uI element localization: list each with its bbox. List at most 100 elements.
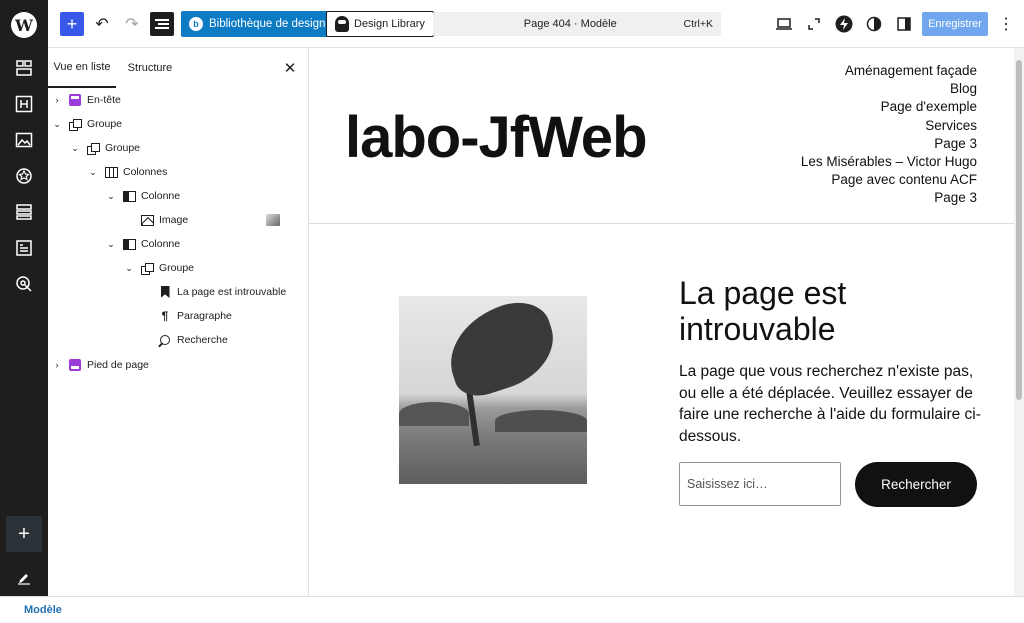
fullscreen-icon[interactable]	[802, 12, 826, 36]
image-icon	[140, 213, 154, 227]
nav-link[interactable]: Page 3	[801, 189, 977, 207]
settings-sidebar-icon[interactable]	[892, 12, 916, 36]
command-shortcut: Ctrl+K	[683, 18, 713, 30]
list-item[interactable]: ¶ Paragraphe	[48, 304, 309, 328]
header-divider	[309, 223, 1014, 224]
nav-link[interactable]: Services	[801, 117, 977, 135]
windswept-tree-image[interactable]	[399, 296, 587, 484]
list-item[interactable]: ⌄ Colonne	[48, 232, 309, 256]
list-item[interactable]: › En-tête	[48, 88, 309, 112]
document-title: Page 404 · Modèle	[523, 18, 617, 30]
column-icon	[122, 237, 136, 251]
chevron-down-icon[interactable]: ⌄	[52, 119, 62, 129]
patterns-icon[interactable]	[12, 56, 36, 80]
list-item[interactable]: ⌄ Colonne	[48, 184, 309, 208]
footer-bar: Modèle	[0, 596, 1024, 623]
nav-link[interactable]: Les Misérables – Victor Hugo	[801, 153, 977, 171]
list-item-label: Image	[159, 214, 189, 226]
page-paragraph[interactable]: La page que vous recherchez n'existe pas…	[679, 361, 981, 447]
tab-outline[interactable]: Structure	[124, 48, 176, 88]
undo-icon[interactable]: ↶	[90, 12, 114, 36]
editor-toolbar: + ↶ ↷ b Bibliothèque de design Design Li…	[48, 0, 1024, 48]
paragraph-icon: ¶	[161, 309, 169, 323]
add-new-button[interactable]: +	[6, 516, 42, 552]
search-input[interactable]: Saisissez ici…	[679, 462, 841, 506]
admin-rail: W +	[0, 0, 48, 596]
list-item[interactable]: › Pied de page	[48, 353, 309, 377]
list-view-panel: Vue en liste Structure ✕ › En-tête ⌄ Gro…	[48, 48, 309, 596]
list-item-label: Paragraphe	[177, 310, 232, 322]
options-kebab-icon[interactable]: ⋮	[998, 12, 1014, 36]
image-thumbnail	[266, 214, 280, 226]
list-item[interactable]: La page est introuvable	[48, 280, 309, 304]
list-item-label: La page est introuvable	[177, 286, 287, 298]
list-item[interactable]: Image	[48, 208, 309, 232]
tab-list-view[interactable]: Vue en liste	[48, 48, 116, 88]
panel-tabs: Vue en liste Structure ✕	[48, 48, 309, 88]
chevron-down-icon[interactable]: ⌄	[106, 239, 116, 249]
group-icon	[68, 117, 82, 131]
chevron-down-icon[interactable]: ⌄	[106, 191, 116, 201]
command-palette-button[interactable]: Page 404 · Modèle Ctrl+K	[433, 12, 721, 36]
list-item[interactable]: ⌄ Colonnes	[48, 160, 309, 184]
nav-link[interactable]: Page d'exemple	[801, 98, 977, 116]
canvas-scrollbar[interactable]	[1014, 48, 1024, 596]
list-item[interactable]: ⌄ Groupe	[48, 112, 309, 136]
design-library-label: Bibliothèque de design	[209, 18, 326, 30]
list-item[interactable]: Recherche	[48, 328, 309, 352]
list-item[interactable]: ⌄ Groupe	[48, 136, 309, 160]
heading-block-icon[interactable]	[12, 92, 36, 116]
chevron-down-icon[interactable]: ⌄	[70, 143, 80, 153]
list-view-toggle-button[interactable]	[150, 12, 174, 36]
chevron-down-icon[interactable]: ⌄	[88, 167, 98, 177]
columns-icon	[104, 165, 118, 179]
breadcrumb[interactable]: Modèle	[24, 604, 62, 616]
chevron-right-icon[interactable]: ›	[52, 360, 62, 370]
site-title[interactable]: labo-JfWeb	[345, 104, 647, 171]
list-item-label: Recherche	[177, 334, 228, 346]
search-button[interactable]: Rechercher	[855, 462, 977, 507]
group-icon	[86, 141, 100, 155]
site-navigation: Aménagement façade Blog Page d'exemple S…	[801, 62, 977, 208]
design-library-button[interactable]: b Bibliothèque de design	[181, 11, 334, 37]
design-library-secondary-label: Design Library	[354, 18, 425, 30]
block-inserter-button[interactable]: +	[60, 12, 84, 36]
list-item-label: Groupe	[87, 118, 123, 130]
ghost-icon	[335, 16, 349, 32]
close-icon[interactable]: ✕	[280, 58, 300, 78]
styles-icon[interactable]	[12, 164, 36, 188]
template-part-footer-icon	[68, 358, 82, 372]
desktop-preview-icon[interactable]	[772, 12, 796, 36]
list-item-label: En-tête	[87, 94, 121, 106]
chevron-right-icon[interactable]: ›	[52, 95, 62, 105]
list-item[interactable]: ⌄ Groupe	[48, 256, 309, 280]
cursor-target-icon[interactable]	[12, 272, 36, 296]
media-icon[interactable]	[12, 128, 36, 152]
editor-canvas[interactable]: labo-JfWeb Aménagement façade Blog Page …	[309, 48, 1014, 596]
search-icon	[158, 333, 172, 347]
list-item-label: Pied de page	[87, 359, 149, 371]
nav-link[interactable]: Blog	[801, 80, 977, 98]
list-item-label: Colonnes	[123, 166, 168, 178]
nav-link[interactable]: Aménagement façade	[801, 62, 977, 80]
pages-icon[interactable]	[12, 236, 36, 260]
chevron-down-icon[interactable]: ⌄	[124, 263, 134, 273]
list-item-label: Colonne	[141, 238, 181, 250]
wordpress-logo-icon[interactable]: W	[11, 12, 37, 38]
navigation-icon[interactable]	[12, 200, 36, 224]
nav-link[interactable]: Page avec contenu ACF	[801, 171, 977, 189]
column-icon	[122, 189, 136, 203]
list-item-label: Groupe	[159, 262, 195, 274]
nav-link[interactable]: Page 3	[801, 135, 977, 153]
list-item-label: Groupe	[105, 142, 141, 154]
plugin-bolt-icon[interactable]	[832, 12, 856, 36]
save-button[interactable]: Enregistrer	[922, 12, 988, 36]
design-library-secondary-button[interactable]: Design Library	[326, 11, 434, 37]
redo-icon[interactable]: ↷	[120, 12, 144, 36]
group-icon	[140, 261, 154, 275]
bookmark-icon	[158, 285, 172, 299]
page-heading[interactable]: La page est introuvable	[679, 275, 939, 347]
styles-contrast-icon[interactable]	[862, 12, 886, 36]
edit-pen-icon[interactable]	[12, 566, 36, 590]
template-part-header-icon	[68, 93, 82, 107]
